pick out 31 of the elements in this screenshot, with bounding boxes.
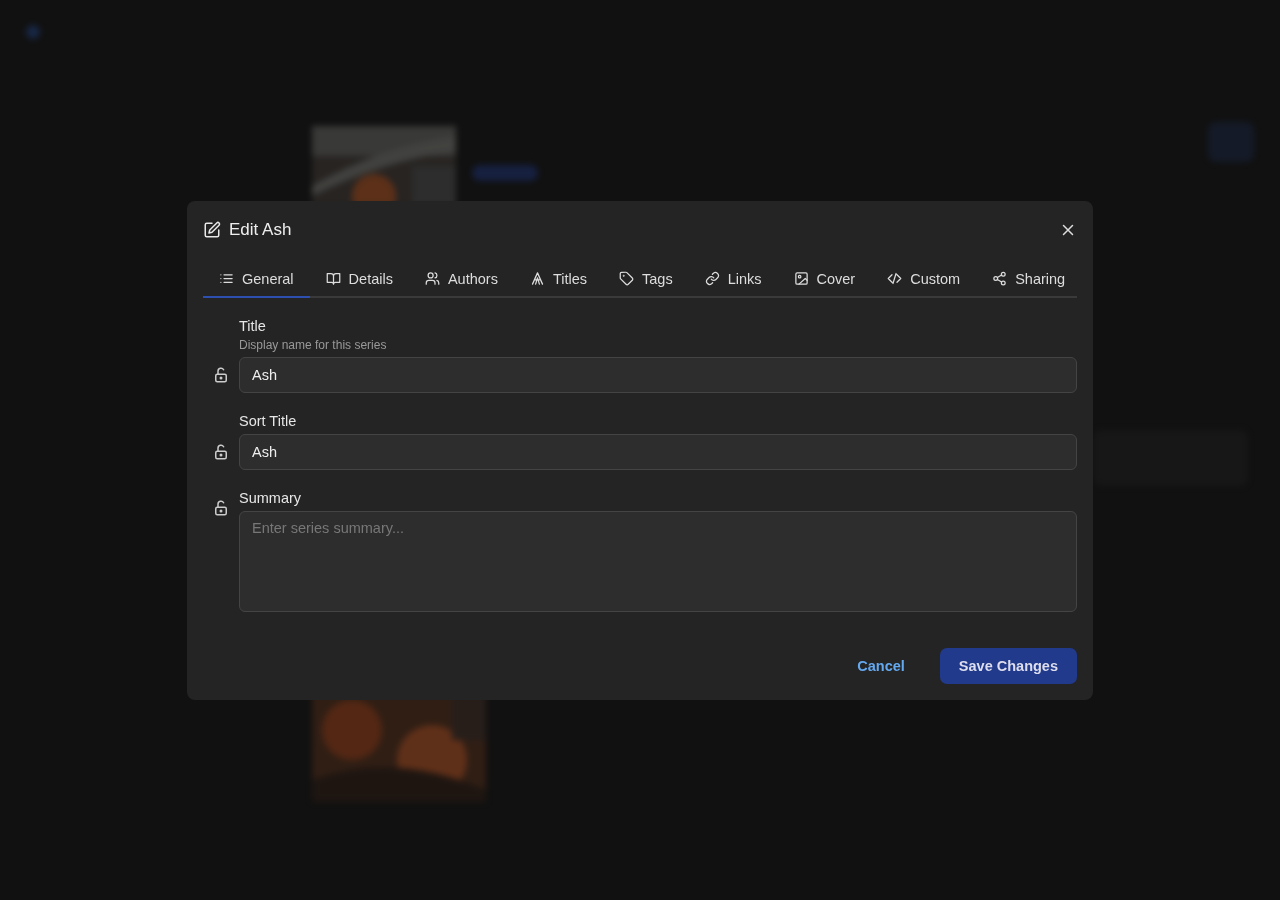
tab[interactable]: Authors: [408, 262, 514, 298]
tab[interactable]: General: [203, 262, 310, 298]
link-icon: [704, 271, 720, 286]
tab[interactable]: Sharing: [976, 262, 1082, 298]
tab[interactable]: Details: [309, 262, 409, 298]
font-icon: [529, 271, 545, 286]
field-hint: Display name for this series: [239, 337, 387, 352]
dialog-title: Edit Ash: [229, 219, 293, 240]
book-icon: [325, 271, 341, 286]
tab[interactable]: Links: [688, 262, 778, 298]
input-field[interactable]: Ash: [239, 356, 1077, 393]
share-icon: [992, 271, 1008, 286]
save-button[interactable]: Save Changes: [939, 647, 1077, 684]
tab[interactable]: Cover: [777, 262, 872, 298]
summary-field[interactable]: Enter series summary...: [239, 510, 1077, 612]
image-icon: [793, 271, 809, 286]
tab[interactable]: Custom: [871, 262, 977, 298]
field-label: Sort Title: [239, 412, 297, 429]
tag-icon: [619, 271, 634, 286]
pencil-square-icon: [203, 220, 221, 239]
code-icon: [887, 271, 903, 286]
field-label: Title: [239, 317, 266, 334]
input-field[interactable]: Ash: [239, 433, 1077, 470]
people-icon: [424, 271, 440, 286]
tab[interactable]: Tags: [603, 262, 689, 298]
list-icon: [219, 271, 234, 286]
logo-icon: [26, 25, 40, 39]
status-badge: [472, 165, 538, 181]
tab[interactable]: Titles: [513, 262, 603, 298]
field-label: Summary: [239, 489, 302, 506]
cancel-button[interactable]: Cancel: [838, 647, 924, 684]
